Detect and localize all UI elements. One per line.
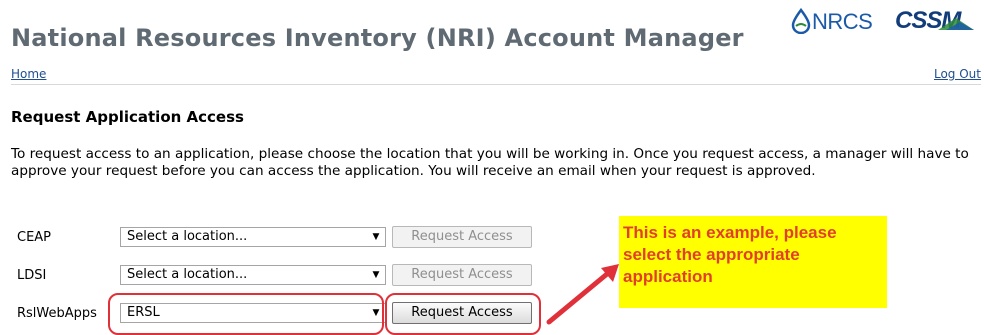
location-select-value: Select a location... — [127, 267, 248, 282]
intro-text: To request access to an application, ple… — [11, 146, 969, 179]
nrcs-logo-icon — [791, 8, 811, 34]
request-access-button-ceap[interactable]: Request Access — [392, 226, 532, 248]
section-heading: Request Application Access — [11, 108, 244, 126]
logo-swoosh-icon — [938, 18, 974, 30]
top-nav-bar: Home Log Out — [11, 66, 981, 85]
logo-nrcs-text: NRCS — [812, 9, 873, 34]
logout-link[interactable]: Log Out — [934, 67, 981, 81]
highlight-circle-location — [108, 293, 384, 335]
nrcs-cssm-logo: NRCS CSSM — [790, 4, 976, 38]
app-label-rslwebapps: RslWebApps — [17, 306, 97, 321]
app-label-ldsi: LDSI — [17, 268, 47, 283]
app-label-ceap: CEAP — [17, 230, 52, 245]
annotation-callout: This is an example, please select the ap… — [619, 216, 887, 308]
page-title: National Resources Inventory (NRI) Accou… — [11, 24, 744, 52]
location-select-ldsi[interactable]: Select a location... ▼ — [120, 265, 386, 285]
annotation-arrow-icon — [546, 264, 619, 325]
home-link[interactable]: Home — [11, 67, 46, 81]
location-select-ceap[interactable]: Select a location... ▼ — [120, 227, 386, 247]
request-access-button-ldsi[interactable]: Request Access — [392, 264, 532, 286]
dropdown-arrow-icon[interactable]: ▼ — [367, 266, 385, 284]
highlight-circle-button — [385, 293, 541, 335]
location-select-value: Select a location... — [127, 229, 248, 244]
dropdown-arrow-icon[interactable]: ▼ — [367, 228, 385, 246]
